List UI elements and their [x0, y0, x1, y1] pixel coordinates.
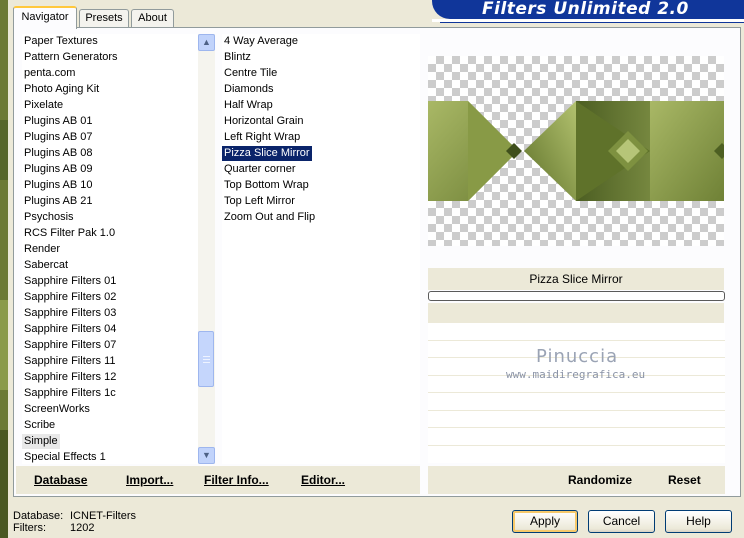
database-button-key: D [34, 473, 43, 487]
filter-item[interactable]: Left Right Wrap [222, 130, 302, 145]
category-item[interactable]: Plugins AB 01 [22, 114, 95, 129]
filters-count-value: 1202 [70, 522, 95, 534]
watermark-name: Pinuccia [536, 346, 619, 367]
filter-item[interactable]: Pizza Slice Mirror [221, 145, 313, 162]
chevron-up-icon[interactable]: ▲ [198, 34, 215, 51]
category-item[interactable]: penta.com [22, 66, 77, 81]
filter-item[interactable]: Centre Tile [222, 66, 279, 81]
filter-item[interactable]: Top Left Mirror [222, 194, 297, 209]
category-item[interactable]: Sapphire Filters 01 [22, 274, 118, 289]
randomize-button[interactable]: Randomize [568, 472, 632, 488]
reset-button[interactable]: Reset [668, 472, 701, 488]
chevron-down-icon[interactable]: ▼ [198, 447, 215, 464]
import-button[interactable]: Import... [126, 472, 173, 488]
progress-bar [428, 291, 725, 301]
category-item[interactable]: Sapphire Filters 03 [22, 306, 118, 321]
category-item[interactable]: Scribe [22, 418, 57, 433]
import-button-label: mport... [129, 473, 174, 487]
tab-navigator[interactable]: Navigator [13, 6, 77, 29]
background-edge [0, 0, 8, 538]
category-item[interactable]: Pixelate [22, 98, 65, 113]
filter-item[interactable]: Zoom Out and Flip [222, 210, 317, 225]
category-item[interactable]: Paper Textures [22, 34, 100, 49]
category-item[interactable]: Plugins AB 10 [22, 178, 95, 193]
category-item[interactable]: Plugins AB 21 [22, 194, 95, 209]
editor-button[interactable]: Editor... [301, 472, 345, 488]
editor-button-label: ditor... [309, 473, 346, 487]
filter-item[interactable]: Diamonds [222, 82, 276, 97]
category-item[interactable]: Sapphire Filters 12 [22, 370, 118, 385]
filter-item[interactable]: 4 Way Average [222, 34, 300, 49]
banner-divider-2 [440, 22, 744, 23]
category-item[interactable]: Plugins AB 09 [22, 162, 95, 177]
apply-button[interactable]: Apply [512, 510, 578, 533]
category-item[interactable]: Photo Aging Kit [22, 82, 101, 97]
filter-list[interactable]: 4 Way Average Blintz Centre Tile Diamonds Ha… [221, 34, 420, 464]
scrollbar-thumb[interactable] [198, 331, 214, 387]
database-button[interactable]: Database [34, 472, 87, 488]
category-item[interactable]: Psychosis [22, 210, 76, 225]
filter-item[interactable]: Top Bottom Wrap [222, 178, 311, 193]
database-button-label: atabase [42, 473, 88, 487]
category-item[interactable]: Plugins AB 08 [22, 146, 95, 161]
tab-presets[interactable]: Presets [79, 9, 129, 28]
parameter-header [428, 303, 724, 323]
category-item[interactable]: Sapphire Filters 1c [22, 386, 118, 401]
help-button[interactable]: Help [665, 510, 732, 533]
current-filter-name: Pizza Slice Mirror [428, 268, 724, 290]
category-item[interactable]: Sapphire Filters 07 [22, 338, 118, 353]
filter-item[interactable]: Blintz [222, 50, 253, 65]
category-item[interactable]: Special Effects 1 [22, 450, 108, 465]
category-scrollbar[interactable]: ▲ ▼ [198, 34, 215, 464]
category-item[interactable]: Plugins AB 07 [22, 130, 95, 145]
category-item[interactable]: RCS Filter Pak 1.0 [22, 226, 117, 241]
category-item[interactable]: ScreenWorks [22, 402, 92, 417]
parameter-area [428, 323, 725, 463]
preview-pattern [428, 101, 724, 201]
preview-image [428, 56, 724, 246]
filter-item[interactable]: Quarter corner [222, 162, 298, 177]
filter-item[interactable]: Horizontal Grain [222, 114, 305, 129]
filter-info-button-prefix: Filter [204, 473, 237, 487]
category-item[interactable]: Sabercat [22, 258, 70, 273]
category-item[interactable]: Render [22, 242, 62, 257]
category-item[interactable]: Sapphire Filters 04 [22, 322, 118, 337]
cancel-button[interactable]: Cancel [588, 510, 655, 533]
app-title: Filters Unlimited 2.0 [432, 0, 744, 19]
filter-info-button[interactable]: Filter Info... [204, 472, 269, 488]
filters-count-label: Filters: [13, 522, 46, 534]
filter-item[interactable]: Half Wrap [222, 98, 275, 113]
category-item[interactable]: Sapphire Filters 11 [22, 354, 118, 369]
category-list[interactable]: Paper Textures Pattern Generators penta.co… [22, 34, 198, 464]
tab-about[interactable]: About [131, 9, 174, 28]
category-item[interactable]: Simple [22, 434, 60, 449]
filter-info-button-label: nfo... [240, 473, 269, 487]
editor-button-key: E [301, 473, 310, 487]
category-item[interactable]: Sapphire Filters 02 [22, 290, 118, 305]
watermark-url: www.maidiregrafica.eu [506, 368, 646, 381]
category-item[interactable]: Pattern Generators [22, 50, 120, 65]
